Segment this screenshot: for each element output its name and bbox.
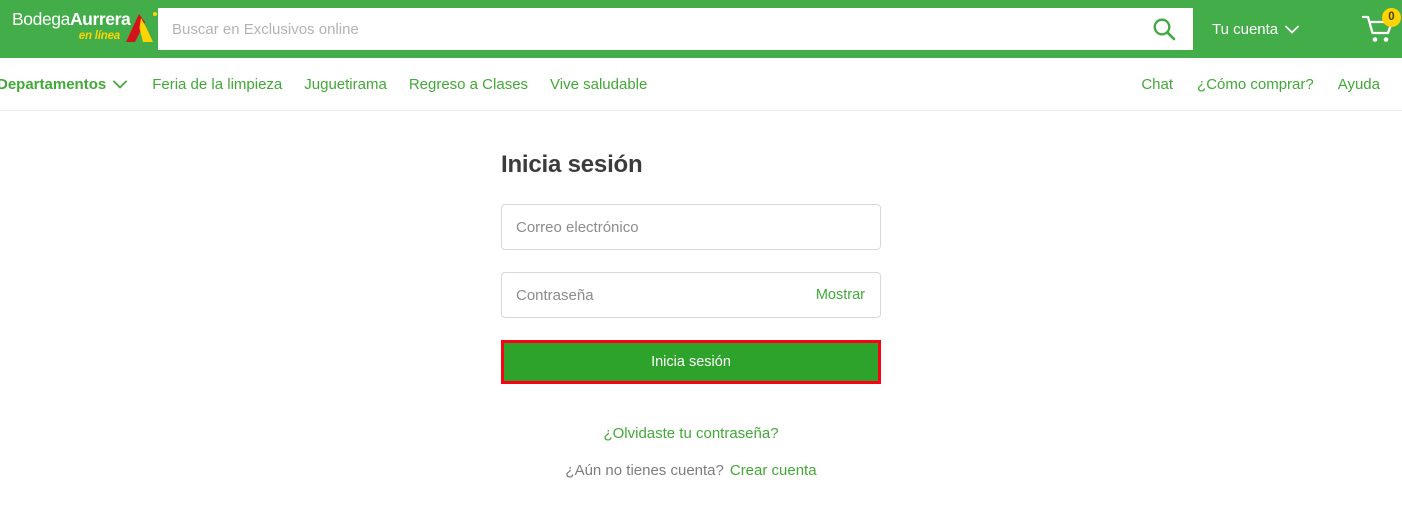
nav-item-feria-limpieza[interactable]: Feria de la limpieza (141, 76, 293, 93)
login-form: Inicia sesión Mostrar Inicia sesión ¿Olv… (501, 153, 881, 479)
nav-departments-label: Departamentos (0, 76, 107, 93)
logo-tagline: en línea (78, 29, 120, 42)
email-field-wrapper (501, 204, 881, 250)
password-field[interactable] (502, 273, 816, 317)
search-button[interactable] (1135, 8, 1193, 50)
signup-row: ¿Aún no tienes cuenta? Crear cuenta (501, 462, 881, 479)
nav-departments[interactable]: Departamentos (0, 76, 141, 93)
signup-question: ¿Aún no tienes cuenta? (565, 462, 724, 479)
search-bar (158, 8, 1193, 50)
site-header: BodegaAurrera en línea Tu cuenta 0 (0, 0, 1402, 58)
create-account-link[interactable]: Crear cuenta (730, 462, 817, 479)
nav-left-group: Departamentos Feria de la limpieza Jugue… (0, 58, 658, 111)
cart-button[interactable]: 0 (1360, 8, 1402, 50)
page-title: Inicia sesión (501, 151, 643, 178)
nav-right-group: Chat ¿Cómo comprar? Ayuda (1129, 58, 1380, 111)
show-password-link[interactable]: Mostrar (816, 287, 880, 303)
logo-chevron-mark (126, 12, 157, 42)
forgot-password-link[interactable]: ¿Olvidaste tu contraseña? (501, 425, 881, 442)
search-icon (1153, 18, 1176, 41)
nav-item-chat[interactable]: Chat (1129, 76, 1185, 93)
password-field-wrapper: Mostrar (501, 272, 881, 318)
email-field[interactable] (502, 205, 880, 249)
nav-item-regreso-clases[interactable]: Regreso a Clases (398, 76, 539, 93)
chevron-down-icon (113, 80, 128, 89)
account-label: Tu cuenta (1212, 20, 1279, 38)
cart-count-badge: 0 (1382, 8, 1401, 27)
submit-highlight-box: Inicia sesión (501, 340, 881, 384)
logo-brand-line: BodegaAurrera (12, 9, 131, 29)
nav-item-ayuda[interactable]: Ayuda (1326, 76, 1380, 93)
account-menu[interactable]: Tu cuenta (1212, 0, 1300, 58)
nav-item-vive-saludable[interactable]: Vive saludable (539, 76, 658, 93)
search-input[interactable] (158, 8, 1135, 50)
login-submit-button[interactable]: Inicia sesión (504, 343, 878, 381)
nav-item-como-comprar[interactable]: ¿Cómo comprar? (1185, 76, 1326, 93)
logo-brand-bodega: Bodega (12, 9, 70, 29)
chevron-down-icon (1285, 25, 1300, 34)
logo-wordmark: BodegaAurrera en línea (12, 9, 131, 42)
nav-item-juguetirama[interactable]: Juguetirama (293, 76, 398, 93)
site-logo[interactable]: BodegaAurrera en línea (12, 5, 157, 53)
main-content: Inicia sesión Mostrar Inicia sesión ¿Olv… (0, 112, 1402, 525)
main-navigation: Departamentos Feria de la limpieza Jugue… (0, 58, 1402, 111)
